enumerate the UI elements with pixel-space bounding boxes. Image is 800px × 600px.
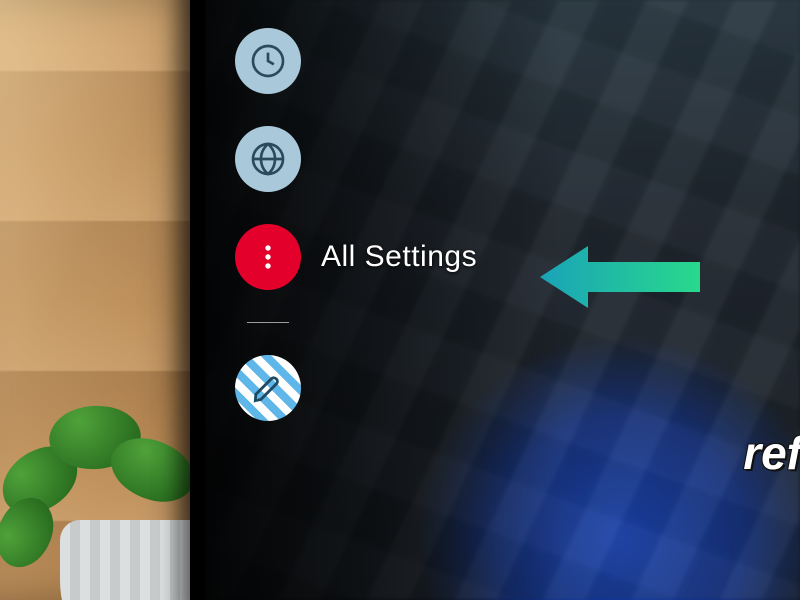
menu-item-network[interactable] (235, 126, 321, 192)
photo-scene: ref (0, 0, 800, 600)
video-watermark: ref (743, 426, 800, 480)
menu-item-label: All Settings (321, 240, 477, 274)
menu-item-timer[interactable] (235, 28, 321, 94)
menu-separator (247, 322, 289, 323)
clock-icon (235, 28, 301, 94)
quick-settings-menu: All Settings (235, 28, 477, 421)
edit-icon (235, 355, 301, 421)
annotation-arrow-icon (540, 242, 700, 312)
globe-icon (235, 126, 301, 192)
menu-item-all-settings[interactable]: All Settings (235, 224, 477, 290)
more-vertical-icon (235, 224, 301, 290)
menu-item-edit[interactable] (235, 355, 321, 421)
